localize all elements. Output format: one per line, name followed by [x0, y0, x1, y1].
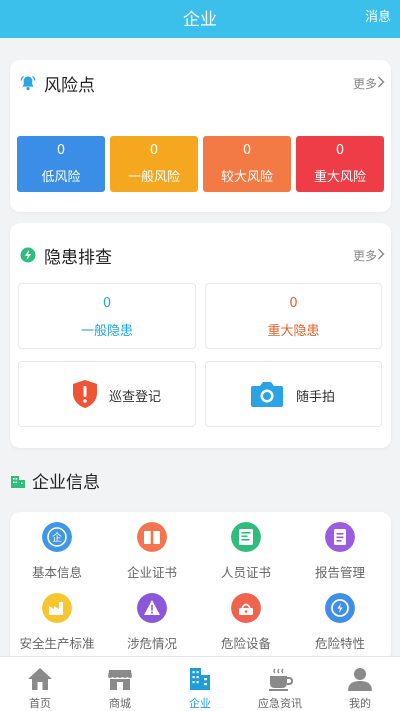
tab-label: 应急资讯	[258, 697, 302, 710]
risk-level-significant[interactable]: 0 较大风险	[203, 136, 291, 192]
major-hazard-label: 重大隐患	[267, 324, 320, 339]
risk-label: 重大风险	[313, 170, 366, 185]
grid-item-label: 人员证书	[220, 565, 271, 580]
risk-level-major[interactable]: 0 重大风险	[296, 136, 384, 192]
risk-count: 0	[56, 143, 66, 158]
tab-store[interactable]: 商城	[80, 657, 160, 711]
grid-item-personnel-certificate[interactable]: 人员证书	[196, 522, 296, 588]
top-bar: 企业 消息	[0, 0, 400, 38]
risk-count: 0	[242, 143, 252, 158]
factory-icon	[42, 593, 72, 623]
hazard-property-icon	[325, 593, 355, 623]
store-icon	[108, 670, 132, 690]
major-hazard-count: 0	[289, 296, 298, 311]
risk-count: 0	[335, 143, 345, 158]
grid-item-label: 危险设备	[220, 636, 271, 651]
general-hazard-count: 0	[102, 296, 112, 311]
grid-item-label: 涉危情况	[126, 636, 177, 651]
risk-level-general[interactable]: 0 一般风险	[110, 136, 198, 192]
shield-alert-icon	[73, 380, 97, 408]
report-icon	[325, 522, 355, 552]
tab-label: 商城	[109, 697, 131, 710]
risk-points-header: 风险点 更多	[10, 60, 391, 106]
enterprise-info-icon: 企	[42, 522, 72, 552]
tab-enterprise[interactable]: 企业	[160, 657, 240, 711]
bell-icon	[20, 75, 36, 91]
risk-count: 0	[149, 143, 159, 158]
enterprise-info-title: 企业信息	[32, 473, 100, 493]
general-hazard-label: 一般隐患	[80, 324, 133, 339]
personnel-certificate-icon	[231, 522, 261, 552]
chevron-right-icon[interactable]	[377, 248, 385, 260]
grid-item-enterprise-certificate[interactable]: 企业证书	[102, 522, 202, 588]
home-icon	[28, 668, 52, 690]
certificate-book-icon	[137, 522, 167, 552]
messages-button[interactable]: 消息	[365, 6, 391, 25]
risk-more-link[interactable]: 更多	[353, 75, 377, 92]
risk-label: 一般风险	[127, 170, 180, 185]
svg-text:企: 企	[52, 531, 62, 544]
risk-level-low[interactable]: 0 低风险	[17, 136, 105, 192]
building-icon	[11, 476, 25, 488]
risk-label: 较大风险	[220, 170, 273, 185]
tab-profile[interactable]: 我的	[320, 657, 400, 711]
patrol-registration-button[interactable]: 巡查登记	[18, 361, 196, 427]
grid-item-safety-standard[interactable]: 安全生产标准	[7, 593, 107, 659]
hazard-inspection-card: 隐患排查 更多 0 一般隐患 0 重大隐患 巡查登记 随手拍	[10, 223, 391, 448]
warning-icon	[137, 593, 167, 623]
grid-item-label: 安全生产标准	[19, 636, 95, 651]
snapshot-button[interactable]: 随手拍	[205, 361, 382, 427]
enterprise-icon	[190, 668, 210, 690]
risk-label: 低风险	[41, 170, 81, 185]
grid-item-dangerous-equipment[interactable]: 危险设备	[196, 593, 296, 659]
bottom-tab-bar: 首页 商城 企业 应急资讯 我的	[0, 656, 400, 711]
equipment-icon	[231, 593, 261, 623]
grid-item-label: 企业证书	[126, 565, 177, 580]
snapshot-label: 随手拍	[296, 390, 336, 405]
grid-item-hazard-involvement[interactable]: 涉危情况	[102, 593, 202, 659]
major-hazard-tile[interactable]: 0 重大隐患	[205, 283, 382, 349]
camera-icon	[251, 382, 283, 407]
grid-item-label: 报告管理	[314, 565, 365, 580]
grid-item-basic-info[interactable]: 企 基本信息	[7, 522, 107, 588]
grid-item-label: 基本信息	[31, 565, 82, 580]
hazard-more-link[interactable]: 更多	[353, 247, 377, 264]
page-title: 企业	[183, 10, 217, 30]
lightning-icon	[20, 247, 36, 263]
risk-points-card: 风险点 更多 0 低风险 0 一般风险 0 较大风险 0 重大风险	[10, 60, 391, 212]
grid-item-hazard-properties[interactable]: 危险特性	[290, 593, 390, 659]
hazard-header: 隐患排查 更多	[10, 232, 391, 278]
tab-emergency-news[interactable]: 应急资讯	[240, 657, 320, 711]
enterprise-grid-card: 企 基本信息 企业证书 人员证书 报告管理 安全生产标准 涉危情况 危险设备 危…	[10, 512, 391, 662]
grid-item-report-management[interactable]: 报告管理	[290, 522, 390, 588]
risk-points-title: 风险点	[44, 76, 95, 96]
general-hazard-tile[interactable]: 0 一般隐患	[18, 283, 196, 349]
tab-label: 首页	[29, 697, 51, 710]
chevron-right-icon[interactable]	[377, 76, 385, 88]
tab-label: 企业	[189, 697, 211, 710]
patrol-registration-label: 巡查登记	[109, 390, 162, 405]
news-icon	[269, 668, 294, 691]
grid-item-label: 危险特性	[314, 636, 365, 651]
tab-home[interactable]: 首页	[0, 657, 80, 711]
profile-icon	[348, 668, 372, 691]
hazard-title: 隐患排查	[44, 248, 112, 268]
tab-label: 我的	[349, 697, 371, 710]
